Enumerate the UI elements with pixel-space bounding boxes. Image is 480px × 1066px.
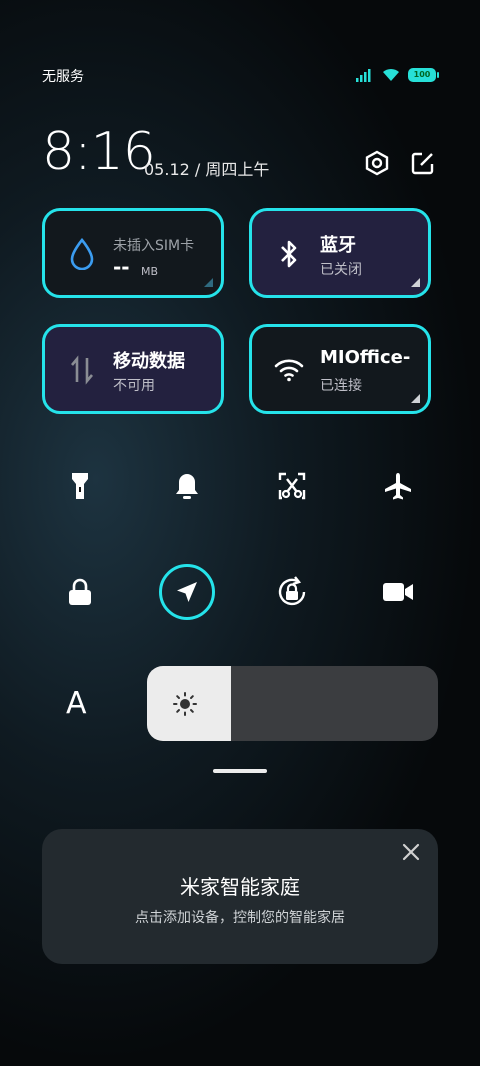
location-icon — [159, 564, 215, 620]
card-subtitle: 点击添加设备，控制您的智能家居 — [135, 910, 345, 926]
battery-icon: 100 — [408, 68, 439, 82]
wifi-status: 已连接 — [320, 378, 362, 394]
wifi-icon — [274, 355, 304, 385]
bluetooth-icon — [274, 239, 304, 269]
data-usage-tile[interactable]: 未插入SIM卡 -- MB — [42, 208, 224, 298]
settings-hex-icon[interactable] — [362, 148, 392, 178]
tile-corner-indicator — [204, 278, 213, 287]
carrier-label: 无服务 — [42, 69, 84, 85]
card-title: 米家智能家庭 — [180, 875, 300, 899]
location-button[interactable] — [157, 562, 217, 622]
water-drop-icon — [67, 238, 97, 270]
drag-handle[interactable] — [213, 769, 267, 773]
clock-time: 8:16 — [42, 122, 156, 182]
mobile-data-status: 不可用 — [113, 378, 155, 394]
data-usage-value: -- — [113, 255, 130, 279]
mobile-data-tile[interactable]: 移动数据 不可用 — [42, 324, 224, 414]
signal-icon — [356, 69, 371, 82]
close-icon[interactable] — [400, 841, 422, 863]
tile-corner-indicator — [411, 394, 420, 403]
bell-icon[interactable] — [157, 456, 217, 516]
screenshot-scissors-icon[interactable] — [262, 456, 322, 516]
rotation-lock-icon[interactable] — [262, 562, 322, 622]
sun-icon — [173, 692, 197, 720]
date-text: 05.12 / 周四上午 — [144, 160, 270, 179]
wifi-network-name: MIOffice- — [320, 347, 411, 368]
flashlight-icon[interactable] — [50, 456, 110, 516]
edit-icon[interactable] — [408, 148, 438, 178]
sim-status-label: 未插入SIM卡 — [113, 238, 195, 254]
mobile-data-title: 移动数据 — [113, 351, 185, 372]
status-bar: 无服务 100 — [42, 66, 439, 86]
video-camera-icon[interactable] — [368, 562, 428, 622]
data-arrows-icon — [67, 355, 97, 385]
wifi-tile[interactable]: MIOffice- 已连接 — [249, 324, 431, 414]
bluetooth-title: 蓝牙 — [320, 235, 356, 256]
bluetooth-status: 已关闭 — [320, 262, 362, 278]
tile-corner-indicator — [411, 278, 420, 287]
lock-icon[interactable] — [50, 562, 110, 622]
brightness-slider[interactable] — [147, 666, 438, 741]
font-size-button[interactable]: A — [66, 686, 87, 721]
wifi-icon — [383, 68, 399, 81]
status-icons: 100 — [356, 68, 439, 82]
bluetooth-tile[interactable]: 蓝牙 已关闭 — [249, 208, 431, 298]
airplane-icon[interactable] — [368, 456, 428, 516]
data-usage-unit: MB — [141, 265, 159, 278]
smart-home-card[interactable]: 米家智能家庭 点击添加设备，控制您的智能家居 — [42, 829, 438, 964]
